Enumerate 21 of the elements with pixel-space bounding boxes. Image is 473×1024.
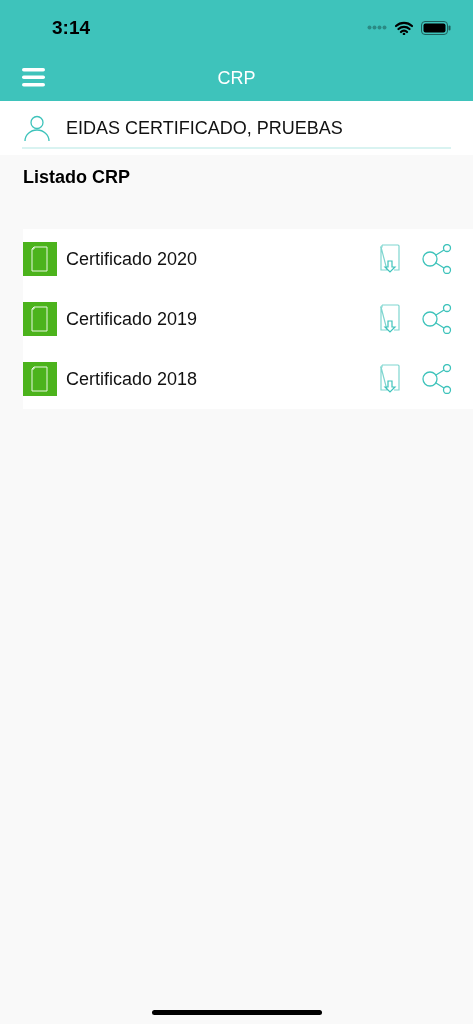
user-icon: [24, 115, 50, 141]
document-icon: [23, 302, 57, 336]
document-icon: [23, 242, 57, 276]
menu-icon[interactable]: [22, 68, 45, 87]
download-button[interactable]: [379, 364, 401, 394]
section-title: Listado CRP: [23, 166, 130, 188]
share-button[interactable]: [421, 304, 453, 334]
certificate-name[interactable]: Certificado 2019: [66, 308, 379, 330]
certificate-name[interactable]: Certificado 2018: [66, 368, 379, 390]
share-button[interactable]: [421, 244, 453, 274]
status-time: 3:14: [52, 16, 91, 39]
signal-icon: [367, 25, 387, 30]
certificate-name[interactable]: Certificado 2020: [66, 248, 379, 270]
document-icon: [23, 362, 57, 396]
user-name: EIDAS CERTIFICADO, PRUEBAS: [66, 117, 343, 139]
battery-icon: [421, 20, 451, 35]
share-button[interactable]: [421, 364, 453, 394]
download-button[interactable]: [379, 304, 401, 334]
nav-title: CRP: [217, 67, 256, 89]
download-button[interactable]: [379, 244, 401, 274]
wifi-icon: [395, 20, 413, 35]
